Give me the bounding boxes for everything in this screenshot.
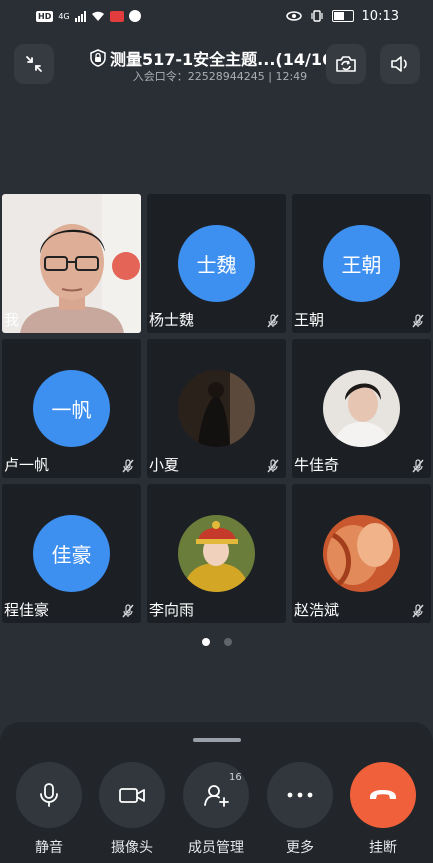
- more-icon: [287, 792, 313, 798]
- meeting-header: 测量517-1安全主题...(14/16) 入会口令：22528944245 |…: [0, 36, 433, 92]
- participant-tile[interactable]: 牛佳奇: [292, 339, 431, 478]
- camera-icon: [119, 788, 145, 803]
- self-video-preview: [2, 194, 141, 333]
- minimize-icon: [26, 56, 42, 72]
- participant-name: 卢一帆: [4, 456, 50, 474]
- participant-name: 牛佳奇: [294, 456, 340, 474]
- signal-icon: [74, 10, 86, 22]
- wifi-icon: [91, 11, 104, 21]
- hd-indicator: HD: [36, 10, 54, 22]
- mic-muted-icon: [122, 604, 134, 618]
- network-type: 4G: [58, 11, 70, 21]
- hangup-icon: [370, 790, 396, 799]
- meeting-title: 测量517-1安全主题...(14/16): [110, 50, 341, 69]
- mic-muted-icon: [122, 459, 134, 473]
- mute-button[interactable]: [16, 762, 82, 828]
- eye-comfort-icon: [285, 11, 302, 21]
- lock-icon: [90, 49, 106, 67]
- switch-camera-button[interactable]: [326, 44, 366, 84]
- control-panel: 静音 摄像头 16 成员管理 更多 挂断: [0, 722, 433, 863]
- meeting-code: 入会口令：22528944245 | 12:49: [132, 70, 308, 83]
- participant-name: 我: [4, 311, 20, 329]
- switch-camera-icon: [336, 56, 356, 72]
- mic-muted-icon: [412, 459, 424, 473]
- hangup-button[interactable]: [350, 762, 416, 828]
- avatar: [178, 515, 255, 592]
- status-icons-left: HD 4G: [36, 10, 141, 22]
- vibrate-icon: [310, 10, 323, 22]
- drag-handle[interactable]: [193, 738, 241, 742]
- avatar: [323, 515, 400, 592]
- add-member-icon: [204, 785, 229, 807]
- participant-name: 王朝: [294, 311, 325, 329]
- notification-app-icon: [128, 10, 141, 22]
- members-label: 成员管理: [188, 840, 244, 856]
- battery-icon: [331, 10, 354, 22]
- mic-muted-icon: [267, 314, 279, 328]
- recording-app-icon: [109, 10, 124, 22]
- camera-label: 摄像头: [111, 840, 153, 856]
- participant-tile[interactable]: 李向雨: [147, 484, 286, 623]
- more-button[interactable]: [267, 762, 333, 828]
- mute-label: 静音: [35, 840, 63, 856]
- participant-name: 杨士魏: [149, 311, 195, 329]
- avatar: [178, 370, 255, 447]
- participant-tile[interactable]: 赵浩斌: [292, 484, 431, 623]
- speaker-button[interactable]: [380, 44, 420, 84]
- camera-button[interactable]: [99, 762, 165, 828]
- page-dot[interactable]: [223, 638, 232, 646]
- avatar: 士魏: [178, 225, 255, 302]
- avatar: 佳豪: [33, 515, 110, 592]
- participant-tile[interactable]: 我: [2, 194, 141, 333]
- participant-tile[interactable]: 士魏 杨士魏: [147, 194, 286, 333]
- page-dot-active[interactable]: [201, 638, 210, 646]
- mic-muted-icon: [267, 459, 279, 473]
- participant-tile[interactable]: 佳豪 程佳豪: [2, 484, 141, 623]
- speaker-icon: [391, 56, 407, 72]
- avatar: 一帆: [33, 370, 110, 447]
- microphone-icon: [40, 783, 58, 807]
- status-bar: HD 4G 10:13: [0, 0, 433, 32]
- member-count-badge: 16: [229, 772, 242, 783]
- hangup-label: 挂断: [369, 840, 397, 856]
- participant-tile[interactable]: 一帆 卢一帆: [2, 339, 141, 478]
- participant-tile[interactable]: 小夏: [147, 339, 286, 478]
- participant-name: 程佳豪: [4, 601, 50, 619]
- clock: 10:13: [361, 8, 399, 24]
- page-indicator: [0, 638, 433, 646]
- participant-grid: 我 士魏 杨士魏 王朝 王朝 一帆 卢一帆 小夏 牛佳奇 佳豪 程佳豪 李向雨 …: [2, 194, 431, 624]
- participant-name: 赵浩斌: [294, 601, 340, 619]
- participant-tile[interactable]: 王朝 王朝: [292, 194, 431, 333]
- minimize-button[interactable]: [14, 44, 54, 84]
- meeting-title-row[interactable]: 测量517-1安全主题...(14/16): [90, 46, 352, 70]
- participant-name: 小夏: [149, 456, 180, 474]
- avatar: [323, 370, 400, 447]
- mic-muted-icon: [412, 314, 424, 328]
- participant-name: 李向雨: [149, 601, 195, 619]
- avatar: 王朝: [323, 225, 400, 302]
- mic-muted-icon: [412, 604, 424, 618]
- status-icons-right: 10:13: [285, 8, 399, 24]
- more-label: 更多: [286, 840, 314, 856]
